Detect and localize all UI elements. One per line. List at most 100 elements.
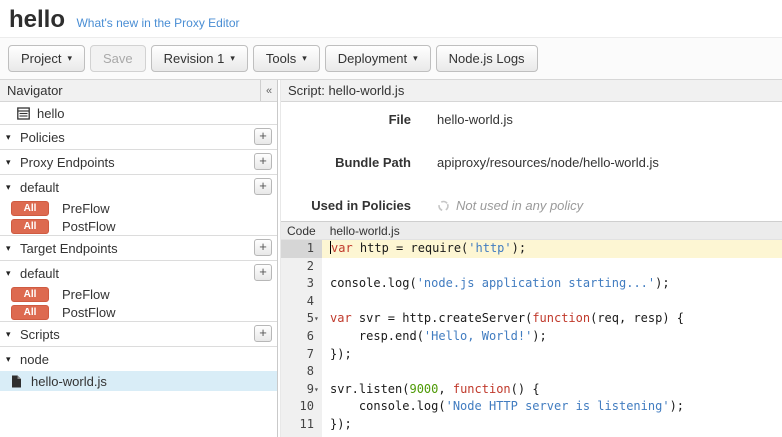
detail-row-used-in-policies: Used in Policies Not used in any policy	[281, 198, 782, 212]
tree-section-policies[interactable]: ▾Policies+	[0, 124, 277, 149]
tree-section-default[interactable]: ▾default+	[0, 260, 277, 285]
project-dropdown[interactable]: Project ▾	[8, 45, 85, 72]
add-button[interactable]: +	[254, 239, 272, 256]
token-plain: http = require(	[353, 241, 469, 255]
line-number: 7	[281, 346, 322, 364]
script-panel-title: Script: hello-world.js	[288, 83, 404, 98]
add-button[interactable]: +	[254, 178, 272, 195]
tree-section-label: Proxy Endpoints	[20, 155, 115, 170]
code-line[interactable]	[322, 293, 782, 311]
token-plain: svr.listen(	[330, 382, 409, 396]
flow-label: PreFlow	[62, 201, 110, 216]
add-button[interactable]: +	[254, 128, 272, 145]
code-line[interactable]: console.log('node.js application startin…	[322, 275, 782, 293]
token-string: 'node.js application starting...'	[417, 276, 655, 290]
detail-value-text: hello-world.js	[437, 112, 513, 127]
line-number: 6	[281, 328, 322, 346]
code-line[interactable]: });	[322, 416, 782, 434]
code-line[interactable]: console.log('Node HTTP server is listeni…	[322, 398, 782, 416]
tree-section-scripts[interactable]: ▾Scripts+	[0, 321, 277, 346]
proxy-editor-app: hello What's new in the Proxy Editor Pro…	[0, 0, 782, 437]
tree-item-hello[interactable]: hello	[0, 102, 277, 124]
detail-value: Not used in any policy	[437, 198, 583, 213]
line-number: 2	[281, 258, 322, 276]
line-number: 10	[281, 398, 322, 416]
tools-dropdown-label: Tools	[266, 51, 296, 66]
code-line[interactable]	[322, 363, 782, 381]
detail-label: Used in Policies	[281, 198, 411, 213]
tree-section-target-endpoints[interactable]: ▾Target Endpoints+	[0, 235, 277, 260]
add-button[interactable]: +	[254, 264, 272, 281]
detail-value: hello-world.js	[437, 112, 513, 127]
nodejs-logs-button[interactable]: Node.js Logs	[436, 45, 538, 72]
chevron-down-icon: ▾	[6, 182, 19, 193]
tree-section-label: default	[20, 180, 59, 195]
detail-value-text: apiproxy/resources/node/hello-world.js	[437, 155, 659, 170]
token-keyword: function	[532, 311, 590, 325]
line-number: 4	[281, 293, 322, 311]
tree-item-preflow[interactable]: AllPreFlow	[0, 285, 277, 303]
save-button[interactable]: Save	[90, 45, 146, 72]
collapse-sidebar-button[interactable]: «	[260, 80, 277, 101]
tree-section-proxy-endpoints[interactable]: ▾Proxy Endpoints +	[0, 149, 277, 174]
editor-code-pane[interactable]: var http = require('http'); console.log(…	[322, 240, 782, 437]
token-plain: );	[532, 329, 546, 343]
chevron-down-icon: ▾	[6, 268, 19, 279]
chevron-down-icon: ▾	[6, 243, 19, 254]
code-filename-tab[interactable]: hello-world.js	[330, 224, 400, 238]
code-line[interactable]: svr.listen(9000, function() {	[322, 381, 782, 399]
script-panel-header: Script: hello-world.js	[281, 80, 782, 102]
editor-gutter: 12345▾6789▾1011	[281, 240, 322, 437]
tree-section-node[interactable]: ▾node	[0, 346, 277, 371]
revision-dropdown[interactable]: Revision 1 ▾	[151, 45, 248, 72]
code-editor[interactable]: 12345▾6789▾1011 var http = require('http…	[281, 240, 782, 437]
token-plain: );	[655, 276, 669, 290]
token-string: 'Node HTTP server is listening'	[446, 399, 670, 413]
chevron-down-icon: ▾	[6, 354, 19, 365]
chevron-down-icon: ▾	[6, 132, 19, 143]
code-line[interactable]: });	[322, 346, 782, 364]
tools-dropdown[interactable]: Tools ▾	[253, 45, 320, 72]
flow-label: PostFlow	[62, 219, 115, 234]
tree-item-postflow[interactable]: AllPostFlow	[0, 303, 277, 321]
toolbar: Project ▾ Save Revision 1 ▾ Tools ▾ Depl…	[0, 38, 782, 80]
add-button[interactable]: +	[254, 153, 272, 170]
tree-item-postflow[interactable]: AllPostFlow	[0, 217, 277, 235]
tree-section-label: Scripts	[20, 327, 60, 342]
whats-new-link[interactable]: What's new in the Proxy Editor	[76, 16, 239, 30]
code-line[interactable]	[322, 258, 782, 276]
code-line[interactable]: var http = require('http');	[322, 240, 782, 258]
caret-down-icon: ▾	[413, 54, 418, 63]
token-plain: console.log(	[330, 276, 417, 290]
line-number: 5▾	[281, 310, 322, 328]
add-button[interactable]: +	[254, 325, 272, 342]
page-title: hello	[9, 6, 65, 34]
navigator-sidebar: Navigator « hello▾Policies+▾Proxy Endpoi…	[0, 80, 278, 437]
tree-section-default[interactable]: ▾default +	[0, 174, 277, 199]
flow-label: PreFlow	[62, 287, 110, 302]
tree-item-hello-world-js[interactable]: hello-world.js	[0, 371, 277, 391]
code-bar-label: Code	[281, 224, 316, 238]
script-panel: Script: hello-world.js Filehello-world.j…	[280, 80, 782, 437]
tree-item-preflow[interactable]: AllPreFlow	[0, 199, 277, 217]
deployment-dropdown[interactable]: Deployment ▾	[325, 45, 431, 72]
token-plain: );	[670, 399, 684, 413]
token-plain: resp.end(	[330, 329, 424, 343]
fold-toggle-icon[interactable]: ▾	[314, 310, 322, 328]
line-number: 9▾	[281, 381, 322, 399]
detail-row-file: Filehello-world.js	[281, 112, 782, 126]
token-plain: });	[330, 347, 352, 361]
revision-dropdown-label: Revision 1	[164, 51, 225, 66]
flow-label: PostFlow	[62, 305, 115, 320]
line-number: 11	[281, 416, 322, 434]
code-line[interactable]: var svr = http.createServer(function(req…	[322, 310, 782, 328]
fold-toggle-icon[interactable]: ▾	[314, 381, 322, 399]
chevron-down-icon: ▾	[6, 157, 19, 168]
line-number: 1	[281, 240, 322, 258]
token-plain: () {	[511, 382, 540, 396]
code-line[interactable]: resp.end('Hello, World!');	[322, 328, 782, 346]
token-keyword: function	[453, 382, 511, 396]
navigator-title: Navigator	[7, 83, 63, 98]
caret-down-icon: ▾	[67, 54, 72, 63]
nodejs-logs-label: Node.js Logs	[449, 51, 525, 66]
